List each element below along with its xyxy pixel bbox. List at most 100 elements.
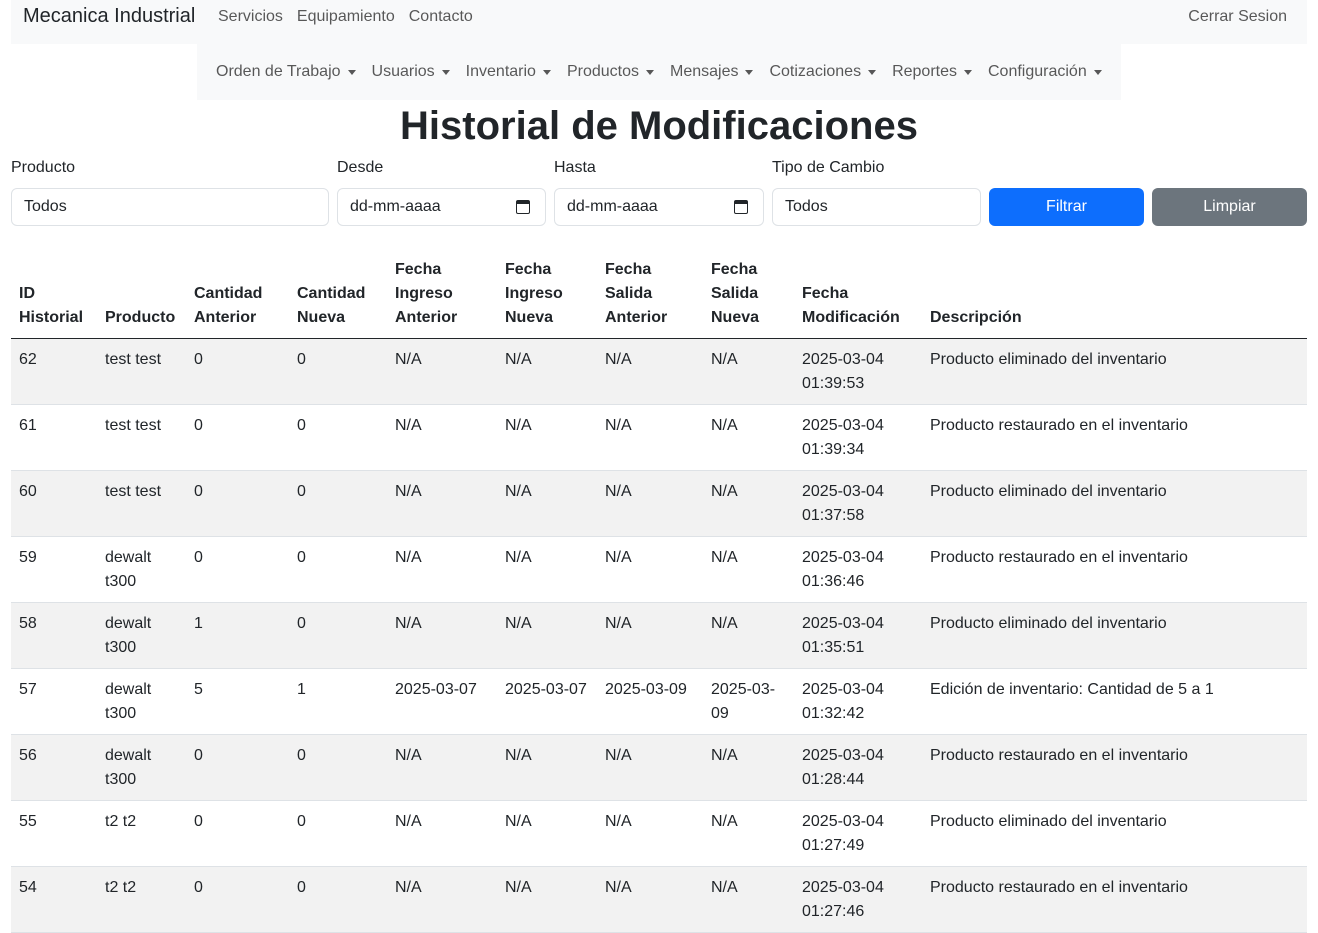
header-text: Nueva bbox=[711, 309, 760, 326]
menu-label: Orden de Trabajo bbox=[216, 63, 341, 80]
cell-descripcion: Edición de inventario: Cantidad de 5 a 1 bbox=[922, 668, 1307, 735]
calendar-icon[interactable] bbox=[734, 200, 748, 214]
cell-producto: dewalt t300 bbox=[97, 668, 186, 735]
table-header-row: ID Historial Producto Cantidad Anterior Canti… bbox=[11, 252, 1307, 339]
menu-inventario[interactable]: Inventario bbox=[466, 63, 551, 81]
header-text: Fecha bbox=[711, 261, 758, 278]
cell-fecha-ingreso-nueva: 2025-03-07 bbox=[497, 668, 597, 735]
cell-fecha-ingreso-anterior: N/A bbox=[387, 536, 497, 603]
caret-down-icon bbox=[964, 69, 972, 75]
producto-select[interactable]: Todos bbox=[11, 188, 329, 226]
menu-orden-de-trabajo[interactable]: Orden de Trabajo bbox=[216, 63, 356, 81]
menu-label: Usuarios bbox=[371, 63, 435, 80]
header-cantidad-nueva: Cantidad Nueva bbox=[289, 252, 387, 339]
table-body: 62 test test 0 0 N/A N/A N/A N/A 2025-03-04 01:3… bbox=[11, 338, 1307, 933]
tipo-cambio-label: Tipo de Cambio bbox=[772, 159, 885, 176]
cell-fecha-salida-nueva: N/A bbox=[703, 536, 794, 603]
header-text: Fecha bbox=[802, 285, 849, 302]
nav-link-equipamiento[interactable]: Equipamiento bbox=[297, 8, 395, 26]
header-text: Descripción bbox=[930, 309, 1022, 326]
cell-fecha-salida-nueva: N/A bbox=[703, 404, 794, 471]
header-fecha-salida-anterior: Fecha Salida Anterior bbox=[597, 252, 703, 339]
brand-logo[interactable]: Mecanica Industrial bbox=[23, 5, 195, 28]
cell-cantidad-nueva: 1 bbox=[289, 668, 387, 735]
cell-descripcion: Producto restaurado en el inventario bbox=[922, 404, 1307, 471]
cell-cantidad-nueva: 0 bbox=[289, 602, 387, 669]
admin-subnav: Orden de Trabajo Usuarios Inventario Pro… bbox=[197, 44, 1121, 100]
header-text: Modificación bbox=[802, 309, 900, 326]
cell-fecha-salida-anterior: N/A bbox=[597, 470, 703, 537]
table-row: 61 test test 0 0 N/A N/A N/A N/A 2025-03-04 01:3… bbox=[11, 404, 1307, 471]
caret-down-icon bbox=[347, 69, 356, 75]
cell-id: 62 bbox=[11, 338, 97, 405]
cell-fecha-modificacion: 2025-03-04 01:36:46 bbox=[794, 536, 922, 603]
cell-fecha-salida-anterior: N/A bbox=[597, 866, 703, 933]
caret-down-icon bbox=[441, 69, 450, 75]
header-cantidad-anterior: Cantidad Anterior bbox=[186, 252, 289, 339]
cell-fecha-ingreso-anterior: N/A bbox=[387, 866, 497, 933]
cell-producto: test test bbox=[97, 470, 186, 537]
header-text: Ingreso bbox=[505, 285, 563, 302]
cell-producto: test test bbox=[97, 404, 186, 471]
header-text: Fecha bbox=[505, 261, 552, 278]
cell-descripcion: Producto restaurado en el inventario bbox=[922, 734, 1307, 801]
menu-reportes[interactable]: Reportes bbox=[892, 63, 972, 81]
cell-fecha-modificacion: 2025-03-04 01:39:34 bbox=[794, 404, 922, 471]
cell-id: 57 bbox=[11, 668, 97, 735]
cell-cantidad-nueva: 0 bbox=[289, 470, 387, 537]
nav-link-servicios[interactable]: Servicios bbox=[218, 8, 283, 26]
desde-label: Desde bbox=[337, 159, 384, 176]
cell-fecha-ingreso-anterior: N/A bbox=[387, 338, 497, 405]
cell-fecha-modificacion: 2025-03-04 01:28:44 bbox=[794, 734, 922, 801]
header-text: Producto bbox=[105, 309, 176, 326]
filter-button[interactable]: Filtrar bbox=[989, 188, 1144, 226]
cell-id: 58 bbox=[11, 602, 97, 669]
table-row: 59 dewalt t300 0 0 N/A N/A N/A N/A 2025-03-04 01… bbox=[11, 536, 1307, 603]
hasta-date-input[interactable]: dd-mm-aaaa bbox=[554, 188, 764, 226]
cell-cantidad-nueva: 0 bbox=[289, 866, 387, 933]
hasta-label: Hasta bbox=[554, 159, 596, 176]
cell-cantidad-nueva: 0 bbox=[289, 404, 387, 471]
cell-fecha-salida-nueva: N/A bbox=[703, 470, 794, 537]
header-fecha-ingreso-nueva: Fecha Ingreso Nueva bbox=[497, 252, 597, 339]
header-text: Cantidad bbox=[297, 285, 366, 302]
desde-date-input[interactable]: dd-mm-aaaa bbox=[337, 188, 546, 226]
header-text: Fecha bbox=[395, 261, 442, 278]
calendar-icon[interactable] bbox=[516, 200, 530, 214]
cell-cantidad-anterior: 0 bbox=[186, 734, 289, 801]
caret-down-icon bbox=[1093, 69, 1102, 75]
menu-usuarios[interactable]: Usuarios bbox=[372, 63, 450, 81]
cell-cantidad-nueva: 0 bbox=[289, 536, 387, 603]
cell-fecha-ingreso-nueva: N/A bbox=[497, 866, 597, 933]
tipo-cambio-select[interactable]: Todos bbox=[772, 188, 981, 226]
menu-mensajes[interactable]: Mensajes bbox=[669, 63, 754, 81]
menu-productos[interactable]: Productos bbox=[567, 63, 654, 81]
menu-label: Mensajes bbox=[669, 63, 739, 80]
cell-fecha-modificacion: 2025-03-04 01:37:58 bbox=[794, 470, 922, 537]
cell-fecha-salida-anterior: N/A bbox=[597, 800, 703, 867]
header-text: Fecha bbox=[605, 261, 652, 278]
caret-down-icon bbox=[645, 69, 654, 75]
caret-down-icon bbox=[542, 69, 551, 75]
table-row: 56 dewalt t300 0 0 N/A N/A N/A N/A 2025-03-04 01… bbox=[11, 734, 1307, 801]
header-text: Anterior bbox=[605, 309, 668, 326]
menu-cotizaciones[interactable]: Cotizaciones bbox=[769, 63, 877, 81]
history-table: ID Historial Producto Cantidad Anterior Canti… bbox=[11, 252, 1307, 933]
cell-producto: t2 t2 bbox=[97, 800, 186, 867]
logout-link[interactable]: Cerrar Sesion bbox=[1188, 8, 1287, 26]
cell-cantidad-anterior: 1 bbox=[186, 602, 289, 669]
cell-producto: dewalt t300 bbox=[97, 602, 186, 669]
cell-fecha-ingreso-anterior: N/A bbox=[387, 734, 497, 801]
menu-configuracion[interactable]: Configuración bbox=[988, 63, 1102, 81]
cell-fecha-salida-anterior: N/A bbox=[597, 602, 703, 669]
cell-fecha-modificacion: 2025-03-04 01:27:49 bbox=[794, 800, 922, 867]
header-text: Salida bbox=[711, 285, 759, 302]
cell-cantidad-anterior: 5 bbox=[186, 668, 289, 735]
nav-link-contacto[interactable]: Contacto bbox=[409, 8, 473, 26]
header-producto: Producto bbox=[97, 252, 186, 339]
cell-fecha-ingreso-anterior: N/A bbox=[387, 470, 497, 537]
top-navbar: Mecanica Industrial Servicios Equipamien… bbox=[11, 0, 1307, 44]
header-fecha-modificacion: Fecha Modificación bbox=[794, 252, 922, 339]
clear-button[interactable]: Limpiar bbox=[1152, 188, 1307, 226]
cell-fecha-modificacion: 2025-03-04 01:39:53 bbox=[794, 338, 922, 405]
